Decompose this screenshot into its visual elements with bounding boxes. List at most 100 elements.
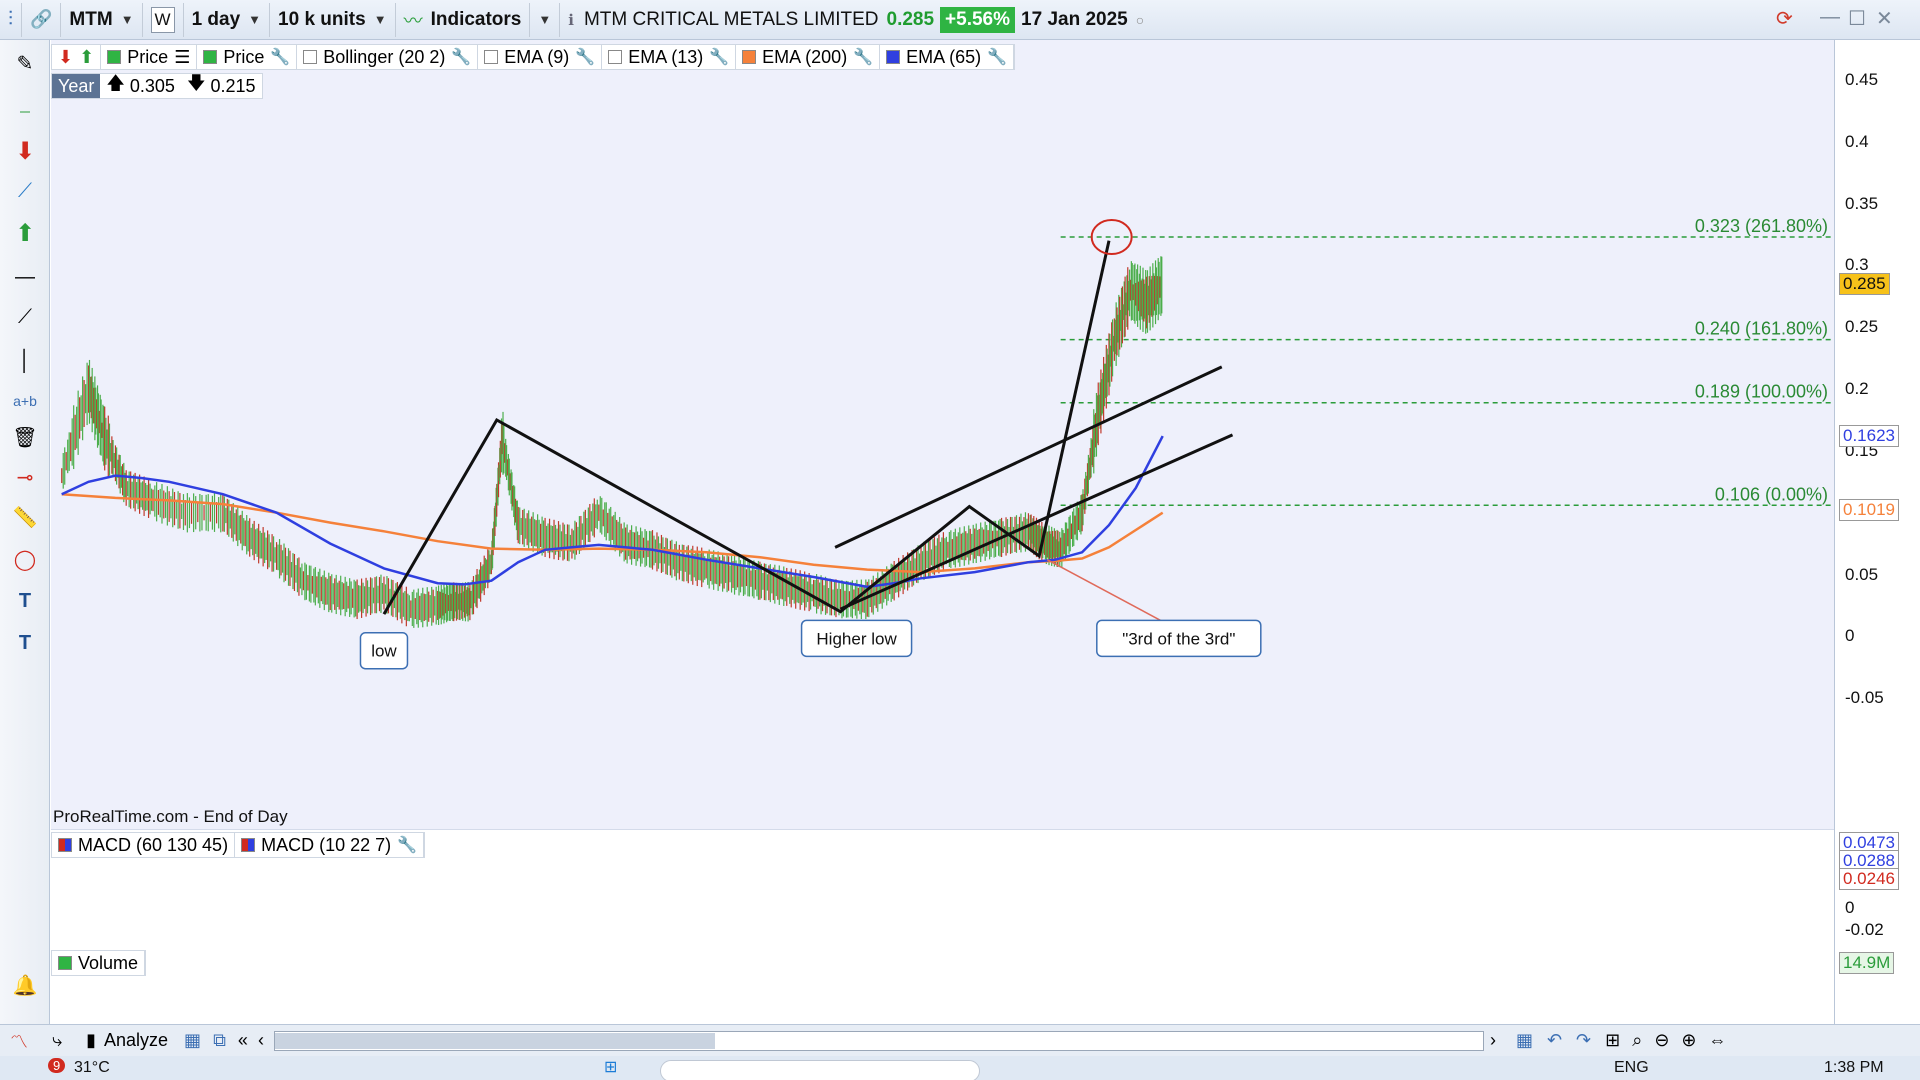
segment-icon[interactable]: ⟋ — [8, 302, 42, 332]
indicators-dropdown[interactable]: ▼ — [530, 2, 561, 37]
pencil-icon[interactable]: ✎ — [8, 48, 42, 78]
windows-start-icon[interactable]: ⊞ — [604, 1057, 617, 1077]
annotation-text: Higher low — [816, 629, 897, 648]
price-axis[interactable]: 0.450.40.350.30.250.20.150.10.050-0.050.… — [1834, 40, 1920, 1024]
share-icon[interactable]: ⤷ — [52, 1030, 62, 1051]
fib-level-label: 0.189 (100.00%) — [1695, 382, 1828, 402]
timeframe-select[interactable]: 1 day ▼ — [184, 2, 271, 37]
close-icon[interactable]: ✕ — [1876, 6, 1893, 31]
weekly-toggle[interactable]: W — [143, 2, 184, 37]
change-badge: +5.56% — [940, 6, 1016, 33]
clock[interactable]: 1:38 PM — [1824, 1059, 1884, 1077]
swatch — [484, 50, 499, 64]
zoom-out-icon[interactable]: ⊖ — [1654, 1030, 1669, 1051]
wrench-icon[interactable]: 🔧 — [709, 47, 729, 67]
maximize-icon[interactable]: ☐ — [1848, 6, 1866, 31]
fit-width-icon[interactable]: ⇔ — [1709, 1030, 1727, 1051]
chart-area[interactable]: 0.323 (261.80%) 0.240 (161.80%) 0.189 (100… — [51, 40, 1834, 1010]
wrench-icon[interactable]: 🔧 — [853, 47, 873, 67]
layout-icon[interactable]: ⧉ — [213, 1030, 226, 1051]
annotation-text: "3rd of the 3rd" — [1122, 629, 1235, 648]
buy-arrow-icon[interactable]: ⬆ — [8, 218, 42, 248]
windows-taskbar: 9 31°C ⊞ ENG 1:38 PM — [0, 1056, 1920, 1080]
instrument-info: ℹ MTM CRITICAL METALS LIMITED 0.285 +5.5… — [560, 3, 1152, 37]
wrench-icon[interactable]: 🔧 — [987, 47, 1007, 67]
language-indicator[interactable]: ENG — [1614, 1059, 1649, 1077]
abc-label-icon[interactable]: a+b — [8, 386, 42, 416]
legend-item[interactable]: Volume — [52, 951, 146, 975]
units-label: 10 k units — [278, 8, 366, 30]
horizontal-line-icon[interactable]: ⎯ — [8, 96, 42, 126]
legend-item[interactable]: Bollinger (20 2) 🔧 — [297, 45, 479, 69]
rewind-icon[interactable]: « — [238, 1030, 248, 1051]
indicators-button[interactable]: 〰 Indicators — [396, 2, 531, 37]
scroll-left-icon[interactable]: ‹ — [258, 1030, 264, 1051]
zoom-area-icon[interactable]: ⌕ — [1632, 1030, 1642, 1051]
legend-item[interactable]: EMA (13) 🔧 — [602, 45, 737, 69]
last-price: 0.285 — [886, 8, 935, 30]
price-tag: 0.285 — [1839, 273, 1890, 295]
draw-mode-icon[interactable]: 〽 — [10, 1028, 28, 1054]
legend-item[interactable]: Price ☰ — [101, 45, 198, 69]
wrench-icon[interactable]: 🔧 — [270, 47, 290, 67]
legend-item[interactable]: EMA (200) 🔧 — [736, 45, 881, 69]
y-tick-label: -0.05 — [1845, 688, 1884, 708]
year-high-value: 0.305 — [129, 75, 175, 96]
minimize-icon[interactable]: — — [1820, 6, 1840, 29]
vertical-line-icon[interactable]: │ — [8, 346, 42, 376]
ruler-icon[interactable]: 📏 — [8, 502, 42, 532]
legend-label: EMA (13) — [628, 46, 704, 67]
legend-label: MACD (60 130 45) — [78, 834, 229, 855]
link-icon[interactable]: 🔗 — [22, 2, 62, 37]
legend-item[interactable]: MACD (10 22 7) 🔧 — [235, 833, 425, 857]
legend-label: Bollinger (20 2) — [323, 46, 446, 67]
chart-add-icon[interactable]: ⊞ — [1605, 1030, 1620, 1051]
swatch — [203, 50, 218, 64]
macd-tag: 0.0246 — [1839, 868, 1899, 890]
units-select[interactable]: 10 k units ▼ — [270, 2, 396, 37]
drawing-toolbar: ✎ ⎯ ⬇ ⟋ ⬆ ― ⟋ │ a+b 🗑 ⊸ 📏 ◯ T T 🔔 ⋯ — [0, 40, 50, 1050]
ticker-select[interactable]: MTM ▼ — [61, 2, 143, 37]
scroll-right-icon[interactable]: › — [1490, 1030, 1496, 1051]
refresh-icon[interactable]: ⟳ — [1776, 6, 1793, 31]
weather-temp[interactable]: 31°C — [74, 1059, 110, 1077]
wrench-icon[interactable]: 🔧 — [575, 47, 595, 67]
wrench-icon[interactable]: 🔧 — [397, 835, 417, 855]
legend-item[interactable]: MACD (60 130 45) — [52, 833, 236, 857]
chart-type-icon[interactable]: ⫶ — [0, 2, 22, 37]
text-icon[interactable]: T — [8, 586, 42, 616]
zoom-in-icon[interactable]: ⊕ — [1681, 1030, 1696, 1051]
notification-badge[interactable]: 9 — [48, 1058, 66, 1073]
y-tick-label: 0.35 — [1845, 193, 1879, 213]
legend-label: Price — [223, 46, 265, 67]
legend-item[interactable]: Price 🔧 — [197, 45, 298, 69]
ellipse-icon[interactable]: ◯ — [8, 544, 42, 574]
calendar-icon[interactable]: ▦ — [184, 1030, 201, 1051]
redo-icon[interactable]: ↷ — [1576, 1030, 1591, 1051]
line-tool-icon[interactable]: ⊸ — [8, 462, 42, 492]
legend-item[interactable]: EMA (65) 🔧 — [880, 45, 1015, 69]
calendar-right-icon[interactable]: ▦ — [1516, 1030, 1533, 1051]
year-high: 🡅 0.305 — [106, 73, 175, 96]
sell-arrow-icon[interactable]: ⬇ — [8, 136, 42, 166]
price-chart[interactable]: 0.323 (261.80%) 0.240 (161.80%) 0.189 (100… — [51, 40, 1834, 830]
fib-level-label: 0.240 (161.80%) — [1695, 319, 1828, 339]
swatch — [58, 956, 72, 970]
year-range: Year 🡅 0.305 🡇 0.215 — [51, 73, 263, 99]
analyze-button[interactable]: Analyze — [104, 1030, 168, 1051]
legend-item[interactable]: EMA (9) 🔧 — [478, 45, 603, 69]
text-box-icon[interactable]: T — [8, 628, 42, 658]
search-box[interactable] — [660, 1060, 980, 1080]
trash-icon[interactable]: 🗑 — [8, 422, 42, 452]
scroll-thumb[interactable] — [274, 1032, 715, 1049]
undo-icon[interactable]: ↶ — [1547, 1030, 1562, 1051]
analyze-icon[interactable]: ▮ — [86, 1030, 96, 1051]
alerts-icon[interactable]: 🔔 — [8, 970, 42, 1000]
info-icon[interactable]: ℹ — [568, 11, 574, 29]
wrench-icon[interactable]: 🔧 — [451, 47, 471, 67]
swatch — [107, 50, 122, 64]
horizontal-scrollbar[interactable] — [273, 1030, 1484, 1051]
fibonacci-icon[interactable]: ⟋ — [8, 176, 42, 206]
legend-arrows[interactable]: ⬇ ⬆ — [52, 45, 102, 69]
prorealtime-window: { "topbar": { "ticker": "MTM", "w_label"… — [0, 0, 1920, 1080]
